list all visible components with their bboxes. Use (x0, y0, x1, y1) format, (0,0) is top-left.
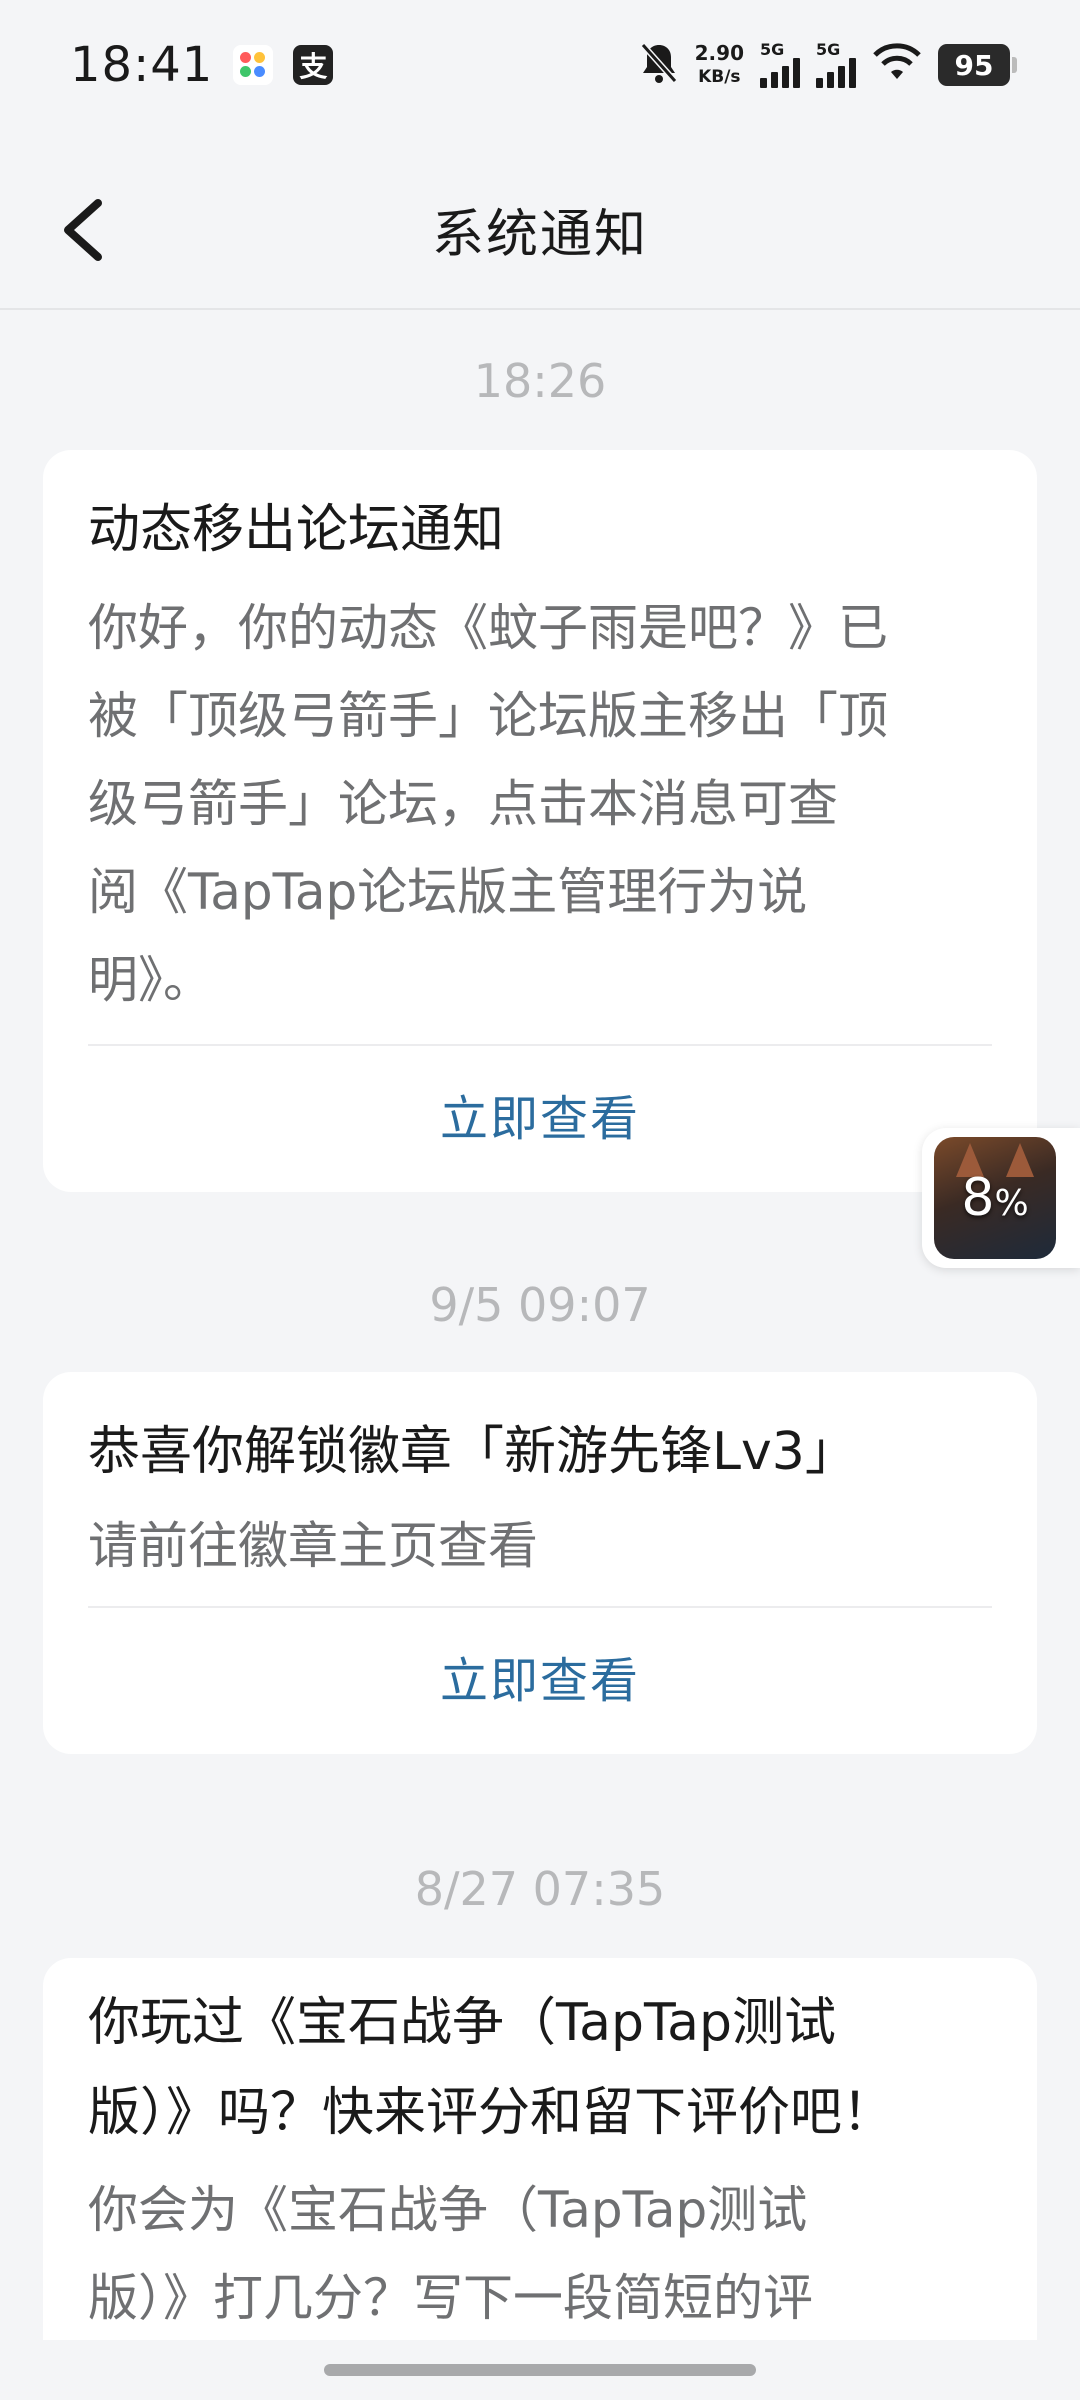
net-speed-value: 2.90 (694, 41, 744, 65)
notification-body: 请前往徽章主页查看 (88, 1492, 992, 1606)
title-line: 你玩过《宝石战争（TapTap测试 (88, 1993, 837, 2053)
notification-title: 动态移出论坛通知 (88, 500, 505, 560)
alipay-icon: 支 (293, 45, 334, 85)
notification-card[interactable]: 恭喜你解锁徽章「新游先锋Lv3」 请前往徽章主页查看 立即查看 (43, 1372, 1037, 1754)
body-line: 明》。 (88, 951, 213, 1009)
chevron-left-icon (64, 199, 102, 261)
view-now-button[interactable]: 立即查看 (88, 1608, 992, 1754)
page-title: 系统通知 (431, 204, 648, 265)
wifi-icon (872, 43, 922, 87)
progress-percent: 8% (961, 1168, 1028, 1228)
progress-percent-sign: % (994, 1183, 1029, 1224)
status-time: 18:41 (70, 37, 214, 93)
body-line: 你好，你的动态《蚊子雨是吧？》已 (88, 599, 888, 657)
notification-card[interactable]: 你玩过《宝石战争（TapTap测试 版）》吗？快来评分和留下评价吧！ 你会为《宝… (43, 1958, 1037, 2358)
net-speed: 2.90 KB/s (695, 42, 744, 88)
signal-icon: 5G (760, 42, 800, 88)
progress-percent-value: 8 (961, 1168, 995, 1228)
notification-card[interactable]: 动态移出论坛通知 你好，你的动态《蚊子雨是吧？》已 被「顶级弓箭手」论坛版主移出… (43, 450, 1037, 1192)
status-bar: 18:41 支 2.90 KB/s 5G 5G 95 (0, 0, 1080, 130)
message-timestamp: 9/5 09:07 (429, 1278, 651, 1332)
bell-muted-icon (639, 41, 679, 89)
game-avatar-thumbnail: 8% (934, 1137, 1056, 1259)
battery-icon: 95 (938, 44, 1017, 86)
notification-title: 你玩过《宝石战争（TapTap测试 版）》吗？快来评分和留下评价吧！ (88, 1958, 992, 2158)
message-timestamp: 8/27 07:35 (414, 1862, 666, 1916)
sim2-label: 5G (816, 40, 841, 59)
floating-progress-widget[interactable]: 8% (922, 1128, 1080, 1268)
body-line: 阅《TapTap论坛版主管理行为说 (88, 863, 808, 921)
sim1-label: 5G (760, 40, 785, 59)
home-indicator[interactable] (324, 2364, 756, 2376)
net-speed-unit: KB/s (698, 67, 741, 87)
app-icon-colorful (233, 45, 274, 85)
view-now-button[interactable]: 立即查看 (88, 1046, 992, 1192)
nav-header: 系统通知 (0, 150, 1080, 310)
body-line: 请前往徽章主页查看 (88, 1517, 538, 1575)
notification-title: 恭喜你解锁徽章「新游先锋Lv3」 (88, 1422, 857, 1482)
body-line: 你会为《宝石战争（TapTap测试 (88, 2181, 808, 2239)
title-line: 版）》吗？快来评分和留下评价吧！ (88, 2083, 895, 2143)
message-timestamp: 18:26 (473, 354, 607, 408)
notification-body: 你好，你的动态《蚊子雨是吧？》已 被「顶级弓箭手」论坛版主移出「顶 级弓箭手」论… (88, 570, 992, 1044)
back-button[interactable] (60, 190, 140, 270)
body-line: 被「顶级弓箭手」论坛版主移出「顶 (88, 687, 888, 745)
notification-body: 你会为《宝石战争（TapTap测试 版）》打几分？写下一段简短的评 (88, 2158, 992, 2342)
signal-icon: 5G (816, 42, 856, 88)
body-line: 级弓箭手」论坛，点击本消息可查 (88, 775, 838, 833)
status-indicators: 2.90 KB/s 5G 5G 95 (639, 41, 1017, 89)
body-line: 版）》打几分？写下一段简短的评 (88, 2269, 813, 2327)
